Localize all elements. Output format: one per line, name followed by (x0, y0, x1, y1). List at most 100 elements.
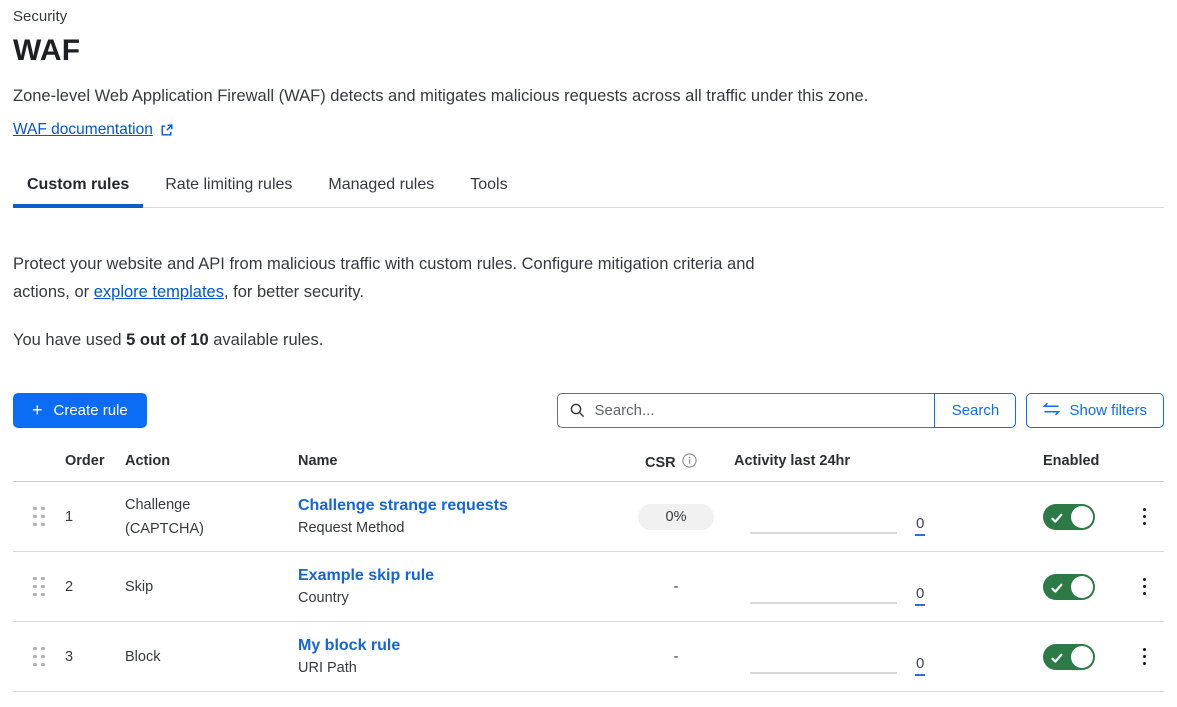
checkmark-icon (1051, 581, 1063, 599)
info-icon[interactable] (682, 453, 697, 472)
enabled-toggle[interactable] (1043, 644, 1095, 670)
checkmark-icon (1051, 511, 1063, 529)
section-eyebrow: Security (13, 8, 1164, 25)
header-spacer-drag (13, 453, 65, 472)
kebab-menu-icon[interactable] (1137, 644, 1153, 670)
activity-count[interactable]: 0 (915, 656, 925, 676)
waf-page: Security WAF Zone-level Web Application … (0, 0, 1177, 692)
rule-field: URI Path (298, 660, 628, 676)
csr-cell: - (628, 649, 724, 665)
activity-cell: 0 (724, 552, 1030, 621)
activity-sparkline (750, 672, 897, 674)
table-row: 2 Skip Example skip rule Country - 0 (13, 552, 1164, 622)
rules-table-header: Order Action Name CSR Activity last 24hr… (13, 453, 1164, 482)
toggle-knob (1071, 576, 1093, 598)
tab-managed-rules[interactable]: Managed rules (314, 168, 448, 207)
row-menu-cell (1125, 644, 1164, 670)
column-header-activity: Activity last 24hr (724, 453, 1030, 472)
rule-action: Skip (125, 575, 298, 599)
activity-sparkline (750, 532, 897, 534)
rule-name-cell: Example skip rule Country (298, 567, 628, 606)
csr-value: - (674, 649, 679, 665)
toggle-knob (1071, 646, 1093, 668)
doc-link-row: WAF documentation (13, 121, 1164, 139)
drag-handle-icon[interactable] (13, 577, 65, 597)
activity-sparkline (750, 602, 897, 604)
activity-count[interactable]: 0 (915, 586, 925, 606)
table-row: 3 Block My block rule URI Path - 0 (13, 622, 1164, 692)
create-rule-button[interactable]: + Create rule (13, 393, 147, 428)
header-spacer-menu (1125, 453, 1164, 472)
csr-cell: 0% (628, 504, 724, 530)
column-header-action: Action (125, 453, 298, 472)
rule-order: 3 (65, 649, 125, 665)
drag-handle-icon[interactable] (13, 507, 65, 527)
tab-rate-limiting-rules[interactable]: Rate limiting rules (151, 168, 306, 207)
checkmark-icon (1051, 651, 1063, 669)
explore-templates-link[interactable]: explore templates (94, 283, 224, 301)
csr-cell: - (628, 579, 724, 595)
csr-header-label: CSR (645, 455, 676, 471)
rules-toolbar: + Create rule Search (13, 393, 1164, 428)
rule-name-cell: Challenge strange requests Request Metho… (298, 497, 628, 536)
usage-text: You have used 5 out of 10 available rule… (13, 331, 1164, 350)
toggle-knob (1071, 506, 1093, 528)
rules-table-body: 1 Challenge (CAPTCHA) Challenge strange … (13, 482, 1164, 692)
rules-table: Order Action Name CSR Activity last 24hr… (13, 453, 1164, 692)
show-filters-label: Show filters (1069, 402, 1147, 419)
search-button[interactable]: Search (934, 393, 1016, 428)
drag-handle-icon[interactable] (13, 647, 65, 667)
tab-custom-rules[interactable]: Custom rules (13, 168, 143, 207)
create-rule-label: Create rule (54, 402, 128, 419)
intro-after: , for better security. (224, 283, 364, 301)
page-description: Zone-level Web Application Firewall (WAF… (13, 87, 1164, 106)
column-header-enabled: Enabled (1030, 453, 1125, 472)
column-header-order: Order (65, 453, 125, 472)
drag-handle-cell (13, 647, 65, 667)
page-title: WAF (13, 34, 1164, 68)
rule-name-link[interactable]: My block rule (298, 637, 400, 655)
row-menu-cell (1125, 504, 1164, 530)
search-input[interactable] (557, 393, 934, 428)
plus-icon: + (32, 401, 43, 419)
column-header-name: Name (298, 453, 628, 472)
drag-handle-cell (13, 577, 65, 597)
enabled-toggle[interactable] (1043, 574, 1095, 600)
kebab-menu-icon[interactable] (1137, 504, 1153, 530)
enabled-toggle[interactable] (1043, 504, 1095, 530)
rule-field: Request Method (298, 520, 628, 536)
usage-count: 5 out of 10 (126, 331, 209, 349)
tab-bar: Custom rules Rate limiting rules Managed… (13, 168, 1164, 208)
enabled-cell (1030, 644, 1125, 670)
activity-cell: 0 (724, 622, 1030, 691)
row-menu-cell (1125, 574, 1164, 600)
drag-handle-cell (13, 507, 65, 527)
table-row: 1 Challenge (CAPTCHA) Challenge strange … (13, 482, 1164, 552)
rule-field: Country (298, 590, 628, 606)
csr-value: 0% (638, 504, 714, 530)
tab-tools[interactable]: Tools (456, 168, 521, 207)
filters-arrows-icon (1043, 402, 1060, 420)
enabled-cell (1030, 574, 1125, 600)
rule-order: 1 (65, 509, 125, 525)
activity-cell: 0 (724, 482, 1030, 551)
kebab-menu-icon[interactable] (1137, 574, 1153, 600)
rule-name-link[interactable]: Challenge strange requests (298, 497, 508, 515)
rule-name-link[interactable]: Example skip rule (298, 567, 434, 585)
rule-order: 2 (65, 579, 125, 595)
external-link-icon (160, 123, 174, 137)
activity-count[interactable]: 0 (915, 516, 925, 536)
intro-text: Protect your website and API from malici… (13, 250, 758, 306)
column-header-csr: CSR (628, 453, 724, 472)
usage-suffix: available rules. (209, 331, 324, 349)
search-group: Search (557, 393, 1016, 428)
rule-name-cell: My block rule URI Path (298, 637, 628, 676)
show-filters-button[interactable]: Show filters (1026, 393, 1164, 428)
usage-prefix: You have used (13, 331, 126, 349)
rule-action: Block (125, 645, 298, 669)
rule-action: Challenge (CAPTCHA) (125, 493, 298, 541)
waf-documentation-link[interactable]: WAF documentation (13, 121, 153, 139)
toolbar-right: Search Show filters (557, 393, 1164, 428)
enabled-cell (1030, 504, 1125, 530)
csr-value: - (674, 579, 679, 595)
